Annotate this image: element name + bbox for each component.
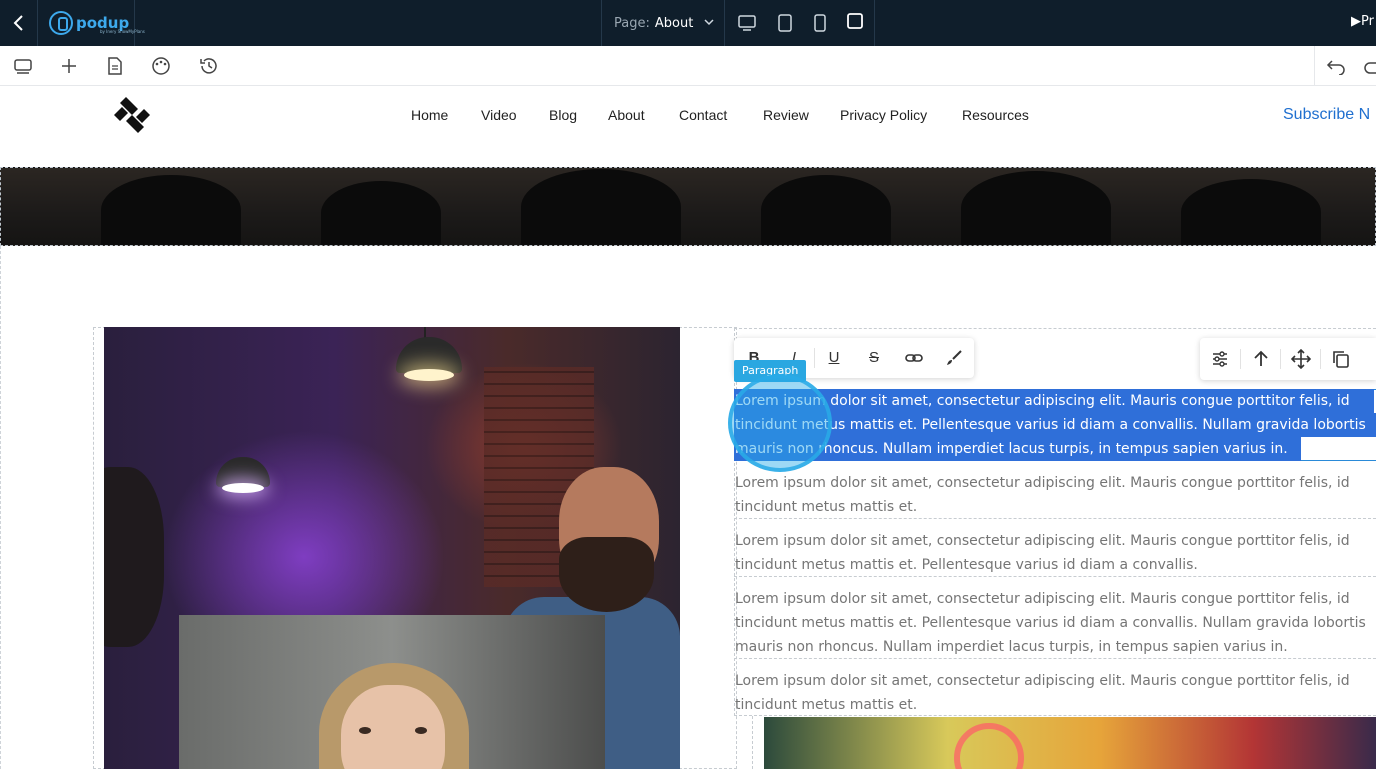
layers-icon[interactable] bbox=[13, 57, 33, 75]
separator bbox=[1240, 349, 1241, 369]
page-selector[interactable]: Page: About bbox=[601, 0, 725, 46]
paragraph-3[interactable]: Lorem ipsum dolor sit amet, consectetur … bbox=[735, 529, 1375, 577]
separator bbox=[1320, 349, 1321, 369]
paragraph-line: Lorem ipsum dolor sit amet, consectetur … bbox=[735, 393, 1350, 409]
silhouette bbox=[1181, 179, 1321, 245]
brush-icon[interactable] bbox=[944, 348, 964, 368]
hero-banner-image[interactable] bbox=[0, 167, 1376, 246]
paragraph-line: mauris non rhoncus. Nullam imperdiet lac… bbox=[735, 441, 1288, 457]
neon-sign bbox=[954, 723, 1024, 769]
plus-icon[interactable] bbox=[60, 57, 78, 75]
block-action-toolbar bbox=[1200, 338, 1376, 380]
preview-label: Pr bbox=[1361, 14, 1374, 29]
desktop-icon[interactable] bbox=[737, 13, 757, 33]
logo-subtitle: by Inery ShowMyPlans bbox=[100, 29, 145, 34]
mobile-icon[interactable] bbox=[812, 13, 828, 33]
tablet-icon[interactable] bbox=[776, 13, 794, 33]
site-logo[interactable] bbox=[112, 95, 152, 135]
app-logo[interactable]: podup by Inery ShowMyPlans bbox=[38, 0, 145, 46]
silhouette bbox=[101, 175, 241, 245]
palette-icon[interactable] bbox=[151, 57, 171, 75]
podcast-mic-icon bbox=[49, 11, 73, 35]
paragraph-2[interactable]: Lorem ipsum dolor sit amet, consectetur … bbox=[735, 471, 1375, 519]
underline-button[interactable]: U bbox=[824, 348, 844, 368]
device-switcher bbox=[725, 0, 875, 46]
redo-icon[interactable] bbox=[1364, 57, 1376, 75]
separator bbox=[1280, 349, 1281, 369]
move-icon[interactable] bbox=[1291, 349, 1311, 369]
preview-button[interactable]: ▶Pr bbox=[1351, 14, 1374, 29]
paragraph-line: Lorem ipsum dolor sit amet, consectetur … bbox=[735, 673, 1350, 689]
colorful-studio-photo[interactable] bbox=[764, 717, 1376, 769]
paragraph-line: Lorem ipsum dolor sit amet, consectetur … bbox=[735, 591, 1350, 607]
eye bbox=[415, 727, 427, 734]
paragraph-line: tincidunt metus mattis et. Pellentesque … bbox=[735, 557, 1198, 573]
silhouette bbox=[961, 171, 1111, 245]
arrow-up-icon[interactable] bbox=[1251, 349, 1271, 369]
woman-portrait-photo[interactable] bbox=[179, 615, 605, 769]
man-beard bbox=[559, 537, 654, 612]
back-icon bbox=[13, 15, 23, 31]
paragraph-line: tincidunt metus mattis et. bbox=[735, 697, 918, 713]
page-selector-label: Page: bbox=[614, 15, 650, 31]
nav-item-blog[interactable]: Blog bbox=[549, 107, 577, 123]
paragraph-line: mauris non rhoncus. Nullam imperdiet lac… bbox=[735, 639, 1288, 655]
link-icon[interactable] bbox=[904, 348, 924, 368]
nav-item-home[interactable]: Home bbox=[411, 107, 448, 123]
undo-redo-group bbox=[1314, 46, 1376, 86]
lamp-shade bbox=[396, 337, 462, 373]
paragraph-4[interactable]: Lorem ipsum dolor sit amet, consectetur … bbox=[735, 587, 1375, 659]
logo-text: podup bbox=[76, 14, 130, 32]
square-icon[interactable] bbox=[846, 12, 864, 30]
person-left bbox=[104, 467, 164, 647]
chevron-down-icon bbox=[704, 19, 714, 26]
editor-topbar: podup by Inery ShowMyPlans Page: About ▶… bbox=[0, 0, 1376, 46]
nav-item-video[interactable]: Video bbox=[481, 107, 517, 123]
silhouette bbox=[321, 181, 441, 245]
paragraph-line: tincidunt metus mattis et. bbox=[735, 499, 918, 515]
lamp-light bbox=[404, 369, 454, 381]
editor-toolbar bbox=[0, 46, 1376, 86]
page-icon[interactable] bbox=[107, 57, 123, 75]
site-header: Home Video Blog About Contact Review Pri… bbox=[0, 86, 1376, 167]
separator bbox=[814, 348, 815, 368]
silhouette bbox=[521, 169, 681, 245]
lamp-light bbox=[222, 483, 264, 493]
silhouette bbox=[761, 175, 891, 245]
face bbox=[341, 685, 445, 769]
eye bbox=[359, 727, 371, 734]
nav-item-review[interactable]: Review bbox=[763, 107, 809, 123]
paragraph-line: Lorem ipsum dolor sit amet, consectetur … bbox=[735, 475, 1350, 491]
undo-icon[interactable] bbox=[1326, 57, 1346, 75]
history-icon[interactable] bbox=[198, 57, 218, 75]
back-button[interactable] bbox=[0, 0, 38, 46]
nav-item-about[interactable]: About bbox=[608, 107, 645, 123]
strikethrough-button[interactable]: S bbox=[864, 348, 884, 368]
copy-icon[interactable] bbox=[1331, 349, 1351, 369]
play-icon: ▶ bbox=[1351, 14, 1361, 29]
paragraph-line: Lorem ipsum dolor sit amet, consectetur … bbox=[735, 533, 1350, 549]
paragraph-5[interactable]: Lorem ipsum dolor sit amet, consectetur … bbox=[735, 669, 1375, 717]
nav-item-privacy-policy[interactable]: Privacy Policy bbox=[840, 107, 927, 123]
page-selector-value: About bbox=[654, 15, 694, 31]
subscribe-link[interactable]: Subscribe N bbox=[1283, 106, 1370, 124]
nav-item-contact[interactable]: Contact bbox=[679, 107, 727, 123]
click-indicator bbox=[728, 374, 832, 472]
nav-item-resources[interactable]: Resources bbox=[962, 107, 1029, 123]
sliders-icon[interactable] bbox=[1210, 349, 1230, 369]
paragraph-line: tincidunt metus mattis et. Pellentesque … bbox=[735, 615, 1366, 631]
